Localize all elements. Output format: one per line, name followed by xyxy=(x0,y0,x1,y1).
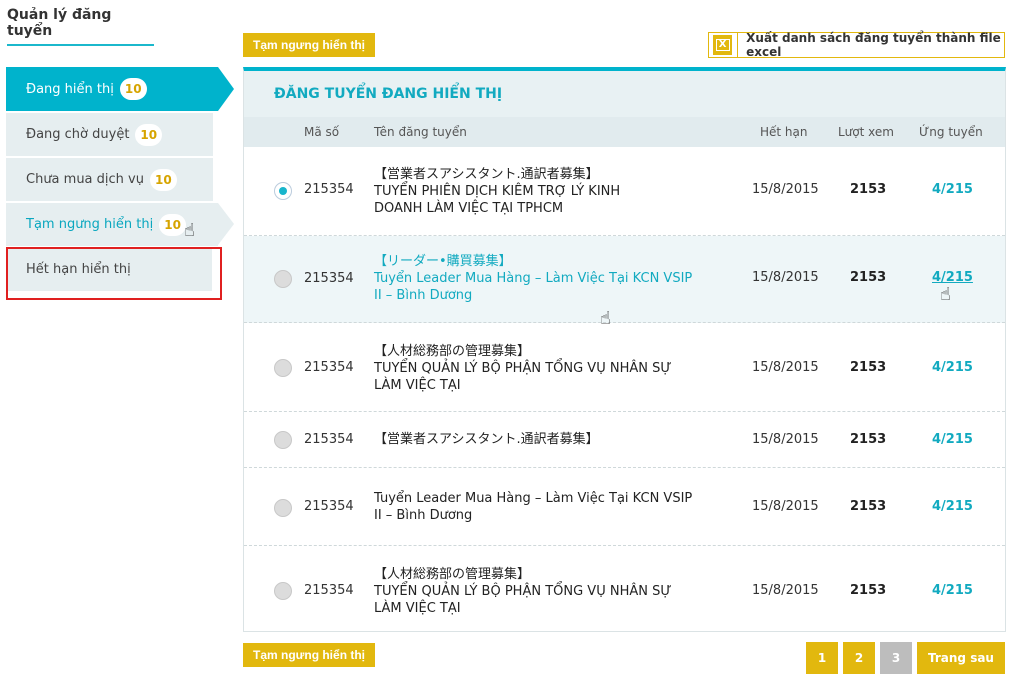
highlight-box xyxy=(6,247,222,300)
title-line: LÀM VIỆC TẠI xyxy=(374,378,461,393)
row-title[interactable]: 【リーダー•購買募集】 Tuyển Leader Mua Hàng – Làm … xyxy=(374,253,694,304)
row-applications-link[interactable]: 4/215 xyxy=(932,499,973,514)
col-views: Lượt xem xyxy=(838,125,894,139)
row-expires: 15/8/2015 xyxy=(752,499,819,514)
row-views: 2153 xyxy=(850,432,887,447)
title-line: II – Bình Dương xyxy=(374,288,473,303)
row-radio[interactable] xyxy=(274,270,292,288)
count-badge: 10 xyxy=(159,213,186,236)
divider xyxy=(737,33,739,57)
title-line: TUYỂN PHIÊN DỊCH KIÊM TRỢ LÝ KINH xyxy=(374,184,621,199)
table-header: Mã số Tên đăng tuyển Hết hạn Lượt xem Ứn… xyxy=(244,117,1005,147)
col-code: Mã số xyxy=(304,125,340,139)
export-label: Xuất danh sách đăng tuyển thành file exc… xyxy=(746,31,1001,59)
title-line: Tuyển Leader Mua Hàng – Làm Việc Tại KCN… xyxy=(374,271,693,286)
count-badge: 10 xyxy=(135,123,163,146)
table-row[interactable]: 215354 Tuyển Leader Mua Hàng – Làm Việc … xyxy=(244,468,1005,546)
row-radio[interactable] xyxy=(274,431,292,449)
count-badge: 10 xyxy=(119,78,147,100)
row-expires: 15/8/2015 xyxy=(752,360,819,375)
suspend-button-top[interactable]: Tạm ngưng hiển thị xyxy=(243,33,376,57)
row-expires: 15/8/2015 xyxy=(752,182,819,197)
row-title[interactable]: 【営業者スアシスタント.通訳者募集】 xyxy=(374,431,694,448)
sidebar-item-pending[interactable]: Đang chờ duyệt 10 xyxy=(6,113,213,156)
title-line: 【営業者スアシスタント.通訳者募集】 xyxy=(374,432,599,447)
row-views: 2153 xyxy=(850,583,887,598)
title-line: 【人材総務部の管理募集】 xyxy=(374,567,531,582)
row-expires: 15/8/2015 xyxy=(752,432,819,447)
table-row[interactable]: 215354 【営業者スアシスタント.通訳者募集】 15/8/2015 2153… xyxy=(244,412,1005,468)
row-title[interactable]: 【人材総務部の管理募集】 TUYỂN QUẢN LÝ BỘ PHẬN TỔNG … xyxy=(374,343,694,394)
row-expires: 15/8/2015 xyxy=(752,583,819,598)
pointer-cursor-icon: ☝ xyxy=(940,284,951,305)
row-applications-link[interactable]: 4/215 xyxy=(932,432,973,447)
count-badge: 10 xyxy=(149,168,177,191)
panel-heading: ĐĂNG TUYỂN ĐANG HIỂN THỊ xyxy=(244,71,1005,117)
row-title[interactable]: 【営業者スアシスタント.通訳者募集】 TUYỂN PHIÊN DỊCH KIÊM… xyxy=(374,166,694,217)
export-excel-button[interactable]: X Xuất danh sách đăng tuyển thành file e… xyxy=(708,31,1005,59)
title-line: II – Bình Dương xyxy=(374,508,473,523)
title-line: 【営業者スアシスタント.通訳者募集】 xyxy=(374,167,599,182)
title-line: 【リーダー•購買募集】 xyxy=(374,254,512,269)
page-button-3[interactable]: 3 xyxy=(880,642,912,674)
title-line: TUYỂN QUẢN LÝ BỘ PHẬN TỔNG VỤ NHÂN SỰ xyxy=(374,584,672,599)
col-expires: Hết hạn xyxy=(760,125,808,139)
sidebar-item-label: Đang hiển thị xyxy=(26,81,114,97)
excel-icon: X xyxy=(713,35,733,55)
sidebar-item-label: Đang chờ duyệt xyxy=(26,127,130,142)
row-code: 215354 xyxy=(304,182,354,197)
next-page-button[interactable]: Trang sau xyxy=(917,642,1005,674)
job-list-panel: ĐĂNG TUYỂN ĐANG HIỂN THỊ Mã số Tên đăng … xyxy=(243,67,1006,632)
page-button-2[interactable]: 2 xyxy=(843,642,875,674)
row-expires: 15/8/2015 xyxy=(752,270,819,285)
sidebar-item-label: Chưa mua dịch vụ xyxy=(26,172,144,187)
row-radio[interactable] xyxy=(274,582,292,600)
row-title[interactable]: 【人材総務部の管理募集】 TUYỂN QUẢN LÝ BỘ PHẬN TỔNG … xyxy=(374,566,694,617)
row-views: 2153 xyxy=(850,270,887,285)
row-applications-link[interactable]: 4/215 xyxy=(932,182,973,197)
col-title: Tên đăng tuyển xyxy=(374,125,467,139)
row-code: 215354 xyxy=(304,432,354,447)
table-row[interactable]: 215354 【リーダー•購買募集】 Tuyển Leader Mua Hàng… xyxy=(244,236,1005,329)
title-line: TUYỂN QUẢN LÝ BỘ PHẬN TỔNG VỤ NHÂN SỰ xyxy=(374,361,672,376)
pagination: 1 2 3 Trang sau xyxy=(806,642,1005,674)
suspend-button-bottom[interactable]: Tạm ngưng hiển thị xyxy=(243,643,376,667)
row-applications-link[interactable]: 4/215 xyxy=(932,270,973,285)
row-code: 215354 xyxy=(304,360,354,375)
page-title: Quản lý đăng tuyển xyxy=(7,7,154,46)
page-button-1[interactable]: 1 xyxy=(806,642,838,674)
row-code: 215354 xyxy=(304,499,354,514)
sidebar-item-showing[interactable]: Đang hiển thị 10 xyxy=(6,67,234,111)
pointer-cursor-icon: ☝ xyxy=(184,220,195,241)
row-radio[interactable] xyxy=(274,359,292,377)
row-applications-link[interactable]: 4/215 xyxy=(932,583,973,598)
row-views: 2153 xyxy=(850,360,887,375)
row-views: 2153 xyxy=(850,499,887,514)
title-line: LÀM VIỆC TẠI xyxy=(374,601,461,616)
table-row[interactable]: 215354 【人材総務部の管理募集】 TUYỂN QUẢN LÝ BỘ PHẬ… xyxy=(244,323,1005,412)
title-line: Tuyển Leader Mua Hàng – Làm Việc Tại KCN… xyxy=(374,491,693,506)
sidebar-item-label: Tạm ngưng hiển thị xyxy=(26,217,154,232)
title-line: DOANH LÀM VIỆC TẠI TPHCM xyxy=(374,201,564,216)
row-views: 2153 xyxy=(850,182,887,197)
title-line: 【人材総務部の管理募集】 xyxy=(374,344,531,359)
col-applications: Ứng tuyển xyxy=(919,125,983,139)
table-row[interactable]: 215354 【人材総務部の管理募集】 TUYỂN QUẢN LÝ BỘ PHẬ… xyxy=(244,546,1005,634)
row-applications-link[interactable]: 4/215 xyxy=(932,360,973,375)
row-title[interactable]: Tuyển Leader Mua Hàng – Làm Việc Tại KCN… xyxy=(374,490,694,524)
row-radio[interactable] xyxy=(274,499,292,517)
row-code: 215354 xyxy=(304,583,354,598)
row-radio[interactable] xyxy=(274,182,292,200)
sidebar-item-unpaid[interactable]: Chưa mua dịch vụ 10 xyxy=(6,158,213,201)
table-row[interactable]: 215354 【営業者スアシスタント.通訳者募集】 TUYỂN PHIÊN DỊ… xyxy=(244,147,1005,236)
row-code: 215354 xyxy=(304,271,354,286)
